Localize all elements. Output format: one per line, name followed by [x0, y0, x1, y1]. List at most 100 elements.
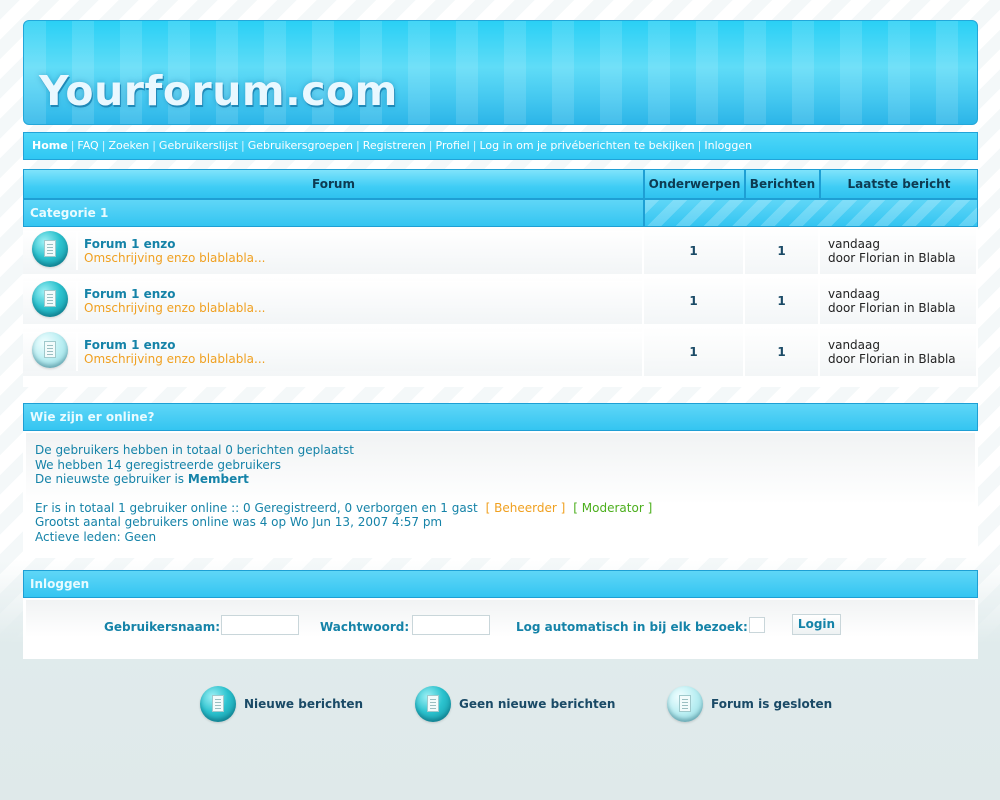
forum-main-cell: Forum 1 enzo Omschrijving enzo blablabla…	[23, 327, 644, 379]
nav-separator: |	[152, 139, 156, 152]
header-banner: Yourforum.com	[23, 20, 978, 125]
forum-row: Forum 1 enzo Omschrijving enzo blablabla…	[23, 327, 978, 379]
forum-title-link[interactable]: Forum 1 enzo	[84, 338, 642, 352]
site-logo-title[interactable]: Yourforum.com	[39, 67, 398, 115]
main-nav: Home | FAQ | Zoeken | Gebruikerslijst | Gebruike…	[23, 132, 978, 160]
legend-label: Geen nieuwe berichten	[459, 697, 616, 711]
newest-user-prefix: De nieuwste gebruiker is	[35, 472, 185, 486]
auto-login-checkbox[interactable]	[749, 617, 765, 633]
new-posts-icon	[31, 231, 68, 267]
locked-forum-icon	[667, 686, 703, 722]
column-header-last-post: Laatste bericht	[820, 169, 978, 199]
forum-status-cell	[23, 332, 78, 371]
category-row: Categorie 1	[23, 199, 978, 227]
nav-memberlist-link[interactable]: Gebruikerslijst	[159, 139, 238, 152]
category-cell[interactable]: Categorie 1	[23, 199, 644, 227]
category-filler	[644, 199, 978, 227]
nav-separator: |	[356, 139, 360, 152]
legend-label: Nieuwe berichten	[244, 697, 364, 711]
icon-legend: Nieuwe berichten Geen nieuwe berichten F…	[0, 686, 1000, 726]
forum-status-cell	[23, 281, 78, 320]
nav-search-link[interactable]: Zoeken	[108, 139, 149, 152]
no-new-posts-icon	[31, 281, 68, 317]
who-is-online-body: De gebruikers hebben in totaal 0 bericht…	[26, 433, 975, 552]
forum-status-cell	[23, 231, 78, 270]
forum-posts-count: 1	[745, 327, 820, 379]
most-online-text: Grootst aantal gebruikers online was 4 o…	[35, 515, 443, 529]
forum-last-post: vandaag door Florian in Blabla	[820, 227, 978, 277]
forum-row: Forum 1 enzo Omschrijving enzo blablabla…	[23, 277, 978, 327]
forum-title-link[interactable]: Forum 1 enzo	[84, 237, 642, 251]
forum-topics-count: 1	[644, 227, 745, 277]
registered-users-text: We hebben 14 geregistreerde gebruikers	[35, 457, 281, 472]
username-label: Gebruikersnaam:	[104, 620, 221, 634]
legend-item-forum-locked: Forum is gesloten	[667, 686, 832, 722]
table-footer-spacer	[23, 379, 978, 387]
nav-login-link[interactable]: Inloggen	[704, 139, 752, 152]
last-post-author[interactable]: door Florian in Blabla	[828, 251, 956, 265]
category-title[interactable]: Categorie 1	[24, 206, 108, 220]
forum-main-cell: Forum 1 enzo Omschrijving enzo blablabla…	[23, 277, 644, 327]
column-header-posts: Berichten	[745, 169, 820, 199]
forum-table-header: Forum Onderwerpen Berichten Laatste beri…	[23, 169, 978, 199]
forum-last-post: vandaag door Florian in Blabla	[820, 277, 978, 327]
last-post-author[interactable]: door Florian in Blabla	[828, 301, 956, 315]
nav-separator: |	[240, 139, 245, 152]
column-header-forum: Forum	[23, 169, 644, 199]
users-online-line: Er is in totaal 1 gebruiker online :: 0 …	[35, 501, 966, 516]
new-posts-icon	[200, 686, 236, 722]
newest-user-line: De nieuwste gebruiker is Membert	[35, 472, 966, 487]
forum-main-cell: Forum 1 enzo Omschrijving enzo blablabla…	[23, 227, 644, 277]
moderator-legend: [ Moderator ]	[573, 500, 653, 515]
forum-name-cell: Forum 1 enzo Omschrijving enzo blablabla…	[77, 231, 642, 270]
forum-last-post: vandaag door Florian in Blabla	[820, 327, 978, 379]
admin-legend: [ Beheerder ]	[485, 500, 566, 515]
login-panel: Inloggen Gebruikersnaam: Wachtwoord: Log…	[23, 570, 978, 659]
nav-usergroups-link[interactable]: Gebruikersgroepen	[248, 139, 353, 152]
nav-separator: |	[428, 139, 433, 152]
password-input[interactable]	[412, 615, 490, 635]
who-is-online-title[interactable]: Wie zijn er online?	[23, 403, 978, 431]
locked-forum-icon	[31, 332, 68, 368]
legend-item-new-posts: Nieuwe berichten	[200, 686, 363, 722]
total-posts-text: De gebruikers hebben in totaal 0 bericht…	[35, 443, 354, 457]
legend-item-no-new-posts: Geen nieuwe berichten	[415, 686, 615, 722]
legend-label: Forum is gesloten	[711, 697, 833, 711]
nav-home-link[interactable]: Home	[32, 139, 68, 152]
login-button[interactable]: Login	[792, 614, 841, 635]
forum-description: Omschrijving enzo blablabla...	[84, 300, 266, 315]
page-wrapper: Yourforum.com Home | FAQ | Zoeken | Gebruikers…	[23, 20, 978, 659]
active-members-text: Actieve leden: Geen	[35, 529, 157, 544]
forum-row: Forum 1 enzo Omschrijving enzo blablabla…	[23, 227, 978, 277]
nav-private-messages-link[interactable]: Log in om je privéberichten te bekijken	[479, 139, 694, 152]
who-is-online-panel: Wie zijn er online? De gebruikers hebben…	[23, 403, 978, 558]
forum-name-cell: Forum 1 enzo Omschrijving enzo blablabla…	[77, 332, 642, 371]
forum-topics-count: 1	[644, 277, 745, 327]
last-post-author[interactable]: door Florian in Blabla	[828, 352, 956, 366]
forum-topics-count: 1	[644, 327, 745, 379]
login-panel-title: Inloggen	[23, 570, 978, 598]
nav-register-link[interactable]: Registreren	[363, 139, 426, 152]
no-new-posts-icon	[415, 686, 451, 722]
column-header-topics: Onderwerpen	[644, 169, 745, 199]
login-form: Gebruikersnaam: Wachtwoord: Log automati…	[26, 600, 975, 653]
forum-posts-count: 1	[745, 277, 820, 327]
forum-description: Omschrijving enzo blablabla...	[84, 351, 266, 366]
users-online-text: Er is in totaal 1 gebruiker online :: 0 …	[35, 500, 478, 515]
forum-name-cell: Forum 1 enzo Omschrijving enzo blablabla…	[77, 281, 642, 320]
newest-user-link[interactable]: Membert	[188, 472, 249, 486]
last-post-date: vandaag	[828, 286, 881, 301]
forum-title-link[interactable]: Forum 1 enzo	[84, 287, 642, 301]
last-post-date: vandaag	[828, 337, 881, 352]
nav-faq-link[interactable]: FAQ	[77, 139, 98, 152]
password-label: Wachtwoord:	[320, 620, 410, 634]
auto-login-label: Log automatisch in bij elk bezoek:	[516, 620, 748, 634]
nav-profile-link[interactable]: Profiel	[436, 139, 470, 152]
forum-index-table: Forum Onderwerpen Berichten Laatste beri…	[23, 169, 978, 387]
nav-separator: |	[697, 139, 702, 152]
forum-description: Omschrijving enzo blablabla...	[84, 250, 266, 265]
username-input[interactable]	[221, 615, 299, 635]
nav-separator: |	[70, 139, 75, 152]
forum-posts-count: 1	[745, 227, 820, 277]
nav-separator: |	[101, 139, 106, 152]
